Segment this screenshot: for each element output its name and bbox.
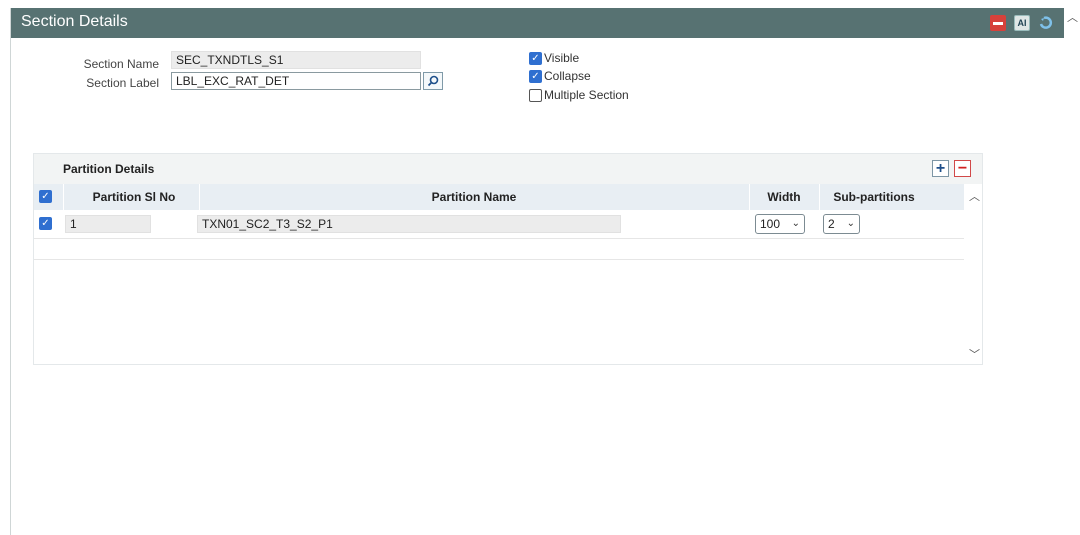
section-name-label: Section Name (83, 57, 159, 71)
partition-details-header: Partition Details + − (34, 154, 982, 184)
partition-sl-no-field: 1 (65, 215, 151, 233)
window-title: Section Details (21, 13, 128, 30)
minimize-icon[interactable] (990, 15, 1006, 31)
minus-icon: − (957, 159, 968, 177)
partition-name-field: TXN01_SC2_T3_S2_P1 (197, 215, 621, 233)
section-label-label: Section Label (86, 76, 159, 90)
column-header-partition-name[interactable]: Partition Name (199, 190, 749, 204)
exit-icon[interactable] (1038, 15, 1054, 31)
column-header-sub-partitions[interactable]: Sub-partitions (819, 190, 929, 204)
add-row-button[interactable]: + (932, 160, 949, 177)
column-divider (749, 184, 750, 210)
section-name-field: SEC_TXNDTLS_S1 (171, 51, 421, 69)
plus-icon: + (935, 159, 946, 177)
delete-row-button[interactable]: − (954, 160, 971, 177)
row-select-checkbox[interactable]: ✓ (39, 217, 52, 230)
visible-checkbox[interactable]: ✓ (529, 52, 542, 65)
select-all-checkbox[interactable]: ✓ (39, 190, 52, 203)
width-select[interactable]: 100 ⌄ (755, 214, 805, 234)
scroll-down-icon[interactable]: ﹀ (969, 346, 980, 362)
column-header-width[interactable]: Width (749, 190, 819, 204)
partition-grid-header: ✓ Partition Sl No Partition Name Width S… (34, 184, 964, 210)
search-icon (427, 75, 439, 87)
section-label-field[interactable]: LBL_EXC_RAT_DET (171, 72, 421, 90)
chevron-down-icon: ⌄ (846, 218, 855, 229)
sub-partitions-select-value: 2 (828, 217, 835, 231)
help-icon[interactable]: AI (1014, 15, 1030, 31)
empty-row (34, 239, 964, 260)
width-select-value: 100 (760, 217, 781, 231)
chevron-down-icon: ⌄ (791, 218, 800, 229)
collapse-label: Collapse (544, 69, 591, 83)
partition-details-title: Partition Details (63, 162, 155, 176)
multiple-section-checkbox[interactable] (529, 89, 542, 102)
multiple-section-label: Multiple Section (544, 88, 629, 102)
partition-details-panel: Partition Details + − ✓ Partition Sl No … (33, 153, 983, 365)
column-divider (63, 184, 64, 210)
lookup-button[interactable] (423, 72, 443, 90)
sub-partitions-select[interactable]: 2 ⌄ (823, 214, 860, 234)
scroll-up-icon[interactable]: ︿ (969, 188, 980, 204)
title-bar-actions: AI (990, 15, 1054, 31)
column-divider (819, 184, 820, 210)
column-divider (199, 184, 200, 210)
title-bar: Section Details AI (11, 8, 1064, 38)
column-header-sl-no[interactable]: Partition Sl No (69, 190, 199, 204)
page-scroll-up-icon[interactable]: ︿ (1067, 9, 1078, 25)
collapse-checkbox[interactable]: ✓ (529, 70, 542, 83)
visible-label: Visible (544, 51, 580, 65)
section-details-window: Section Details AI Section Name SEC_TXND… (10, 8, 1064, 535)
table-row[interactable]: ✓ 1 TXN01_SC2_T3_S2_P1 100 ⌄ 2 ⌄ (34, 210, 964, 239)
